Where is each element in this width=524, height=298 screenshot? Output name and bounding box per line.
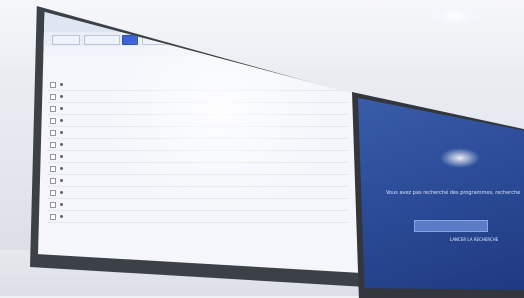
row-checkbox[interactable]	[50, 82, 56, 88]
search-prompt-message: Vous avez pas recherché des programmes, …	[386, 190, 521, 196]
search-input[interactable]	[414, 220, 488, 232]
screen-glare	[440, 148, 480, 168]
row-status-icon	[60, 167, 63, 170]
row-status-icon	[60, 203, 63, 206]
row-checkbox[interactable]	[50, 202, 56, 208]
row-checkbox[interactable]	[50, 106, 56, 112]
row-status-icon	[60, 143, 63, 146]
row-checkbox[interactable]	[50, 190, 56, 196]
row-status-icon	[60, 95, 63, 98]
row-checkbox[interactable]	[50, 214, 56, 220]
row-status-icon	[60, 191, 63, 194]
row-status-icon	[60, 155, 63, 158]
launch-search-link[interactable]: LANCER LA RECHERCHE	[450, 237, 498, 242]
row-status-icon	[60, 107, 63, 110]
right-monitor-screen: Vous avez pas recherché des programmes, …	[358, 98, 524, 290]
row-status-icon	[60, 119, 63, 122]
row-status-icon	[60, 179, 63, 182]
row-checkbox[interactable]	[50, 130, 56, 136]
row-checkbox[interactable]	[50, 118, 56, 124]
row-checkbox[interactable]	[50, 154, 56, 160]
row-checkbox[interactable]	[50, 142, 56, 148]
row-checkbox[interactable]	[50, 94, 56, 100]
row-status-icon	[60, 131, 63, 134]
row-status-icon	[60, 83, 63, 86]
row-checkbox[interactable]	[50, 178, 56, 184]
ceiling-light	[433, 8, 477, 24]
toolbar-button-1[interactable]	[52, 35, 80, 45]
row-checkbox[interactable]	[50, 166, 56, 172]
row-status-icon	[60, 215, 63, 218]
grid-footer	[38, 248, 364, 258]
